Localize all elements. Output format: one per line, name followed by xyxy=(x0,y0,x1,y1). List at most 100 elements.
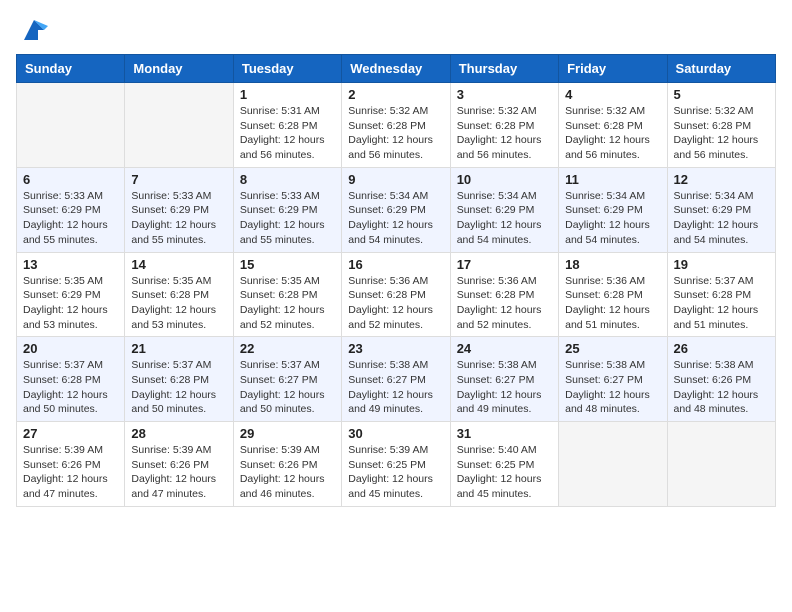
calendar-day-header: Tuesday xyxy=(233,55,341,83)
calendar-week-row: 13 Sunrise: 5:35 AM Sunset: 6:29 PM Dayli… xyxy=(17,252,776,337)
day-info: Sunrise: 5:40 AM Sunset: 6:25 PM Dayligh… xyxy=(457,443,552,502)
calendar-cell: 4 Sunrise: 5:32 AM Sunset: 6:28 PM Daylig… xyxy=(559,83,667,168)
calendar-cell: 18Sunrise: 5:36 AM Sunset: 6:28 PM Dayli… xyxy=(559,252,667,337)
day-info: Sunrise: 5:32 AM Sunset: 6:28 PM Dayligh… xyxy=(674,104,769,163)
calendar-cell: 10 Sunrise: 5:34 AM Sunset: 6:29 PM Dayli… xyxy=(450,167,558,252)
day-info: Sunrise: 5:33 AM Sunset: 6:29 PM Dayligh… xyxy=(240,189,335,248)
calendar-cell: 24 Sunrise: 5:38 AM Sunset: 6:27 PM Dayli… xyxy=(450,337,558,422)
day-info: Sunrise: 5:37 AM Sunset: 6:28 PM Dayligh… xyxy=(131,358,226,417)
logo-icon xyxy=(20,16,48,44)
day-info: Sunrise: 5:31 AM Sunset: 6:28 PM Dayligh… xyxy=(240,104,335,163)
day-info: Sunrise: 5:33 AM Sunset: 6:29 PM Dayligh… xyxy=(131,189,226,248)
logo xyxy=(16,16,48,44)
day-number: 18 xyxy=(565,257,660,272)
day-number: 26 xyxy=(674,341,769,356)
day-number: 19 xyxy=(674,257,769,272)
calendar-cell: 9Sunrise: 5:34 AM Sunset: 6:29 PM Daylig… xyxy=(342,167,450,252)
day-info: Sunrise: 5:39 AM Sunset: 6:26 PM Dayligh… xyxy=(240,443,335,502)
calendar-cell: 26Sunrise: 5:38 AM Sunset: 6:26 PM Dayli… xyxy=(667,337,775,422)
calendar-cell: 25 Sunrise: 5:38 AM Sunset: 6:27 PM Dayli… xyxy=(559,337,667,422)
calendar-cell xyxy=(125,83,233,168)
day-number: 30 xyxy=(348,426,443,441)
day-info: Sunrise: 5:33 AM Sunset: 6:29 PM Dayligh… xyxy=(23,189,118,248)
day-info: Sunrise: 5:37 AM Sunset: 6:28 PM Dayligh… xyxy=(674,274,769,333)
calendar-cell: 28 Sunrise: 5:39 AM Sunset: 6:26 PM Dayli… xyxy=(125,422,233,507)
day-info: Sunrise: 5:39 AM Sunset: 6:26 PM Dayligh… xyxy=(131,443,226,502)
calendar-header-row: SundayMondayTuesdayWednesdayThursdayFrid… xyxy=(17,55,776,83)
day-info: Sunrise: 5:32 AM Sunset: 6:28 PM Dayligh… xyxy=(348,104,443,163)
calendar-cell xyxy=(667,422,775,507)
calendar-cell: 20Sunrise: 5:37 AM Sunset: 6:28 PM Dayli… xyxy=(17,337,125,422)
day-info: Sunrise: 5:37 AM Sunset: 6:27 PM Dayligh… xyxy=(240,358,335,417)
day-info: Sunrise: 5:38 AM Sunset: 6:27 PM Dayligh… xyxy=(565,358,660,417)
calendar-day-header: Sunday xyxy=(17,55,125,83)
day-number: 28 xyxy=(131,426,226,441)
calendar-table: SundayMondayTuesdayWednesdayThursdayFrid… xyxy=(16,54,776,507)
day-info: Sunrise: 5:35 AM Sunset: 6:28 PM Dayligh… xyxy=(131,274,226,333)
calendar-cell: 17Sunrise: 5:36 AM Sunset: 6:28 PM Dayli… xyxy=(450,252,558,337)
day-number: 21 xyxy=(131,341,226,356)
calendar-cell xyxy=(559,422,667,507)
day-info: Sunrise: 5:38 AM Sunset: 6:27 PM Dayligh… xyxy=(457,358,552,417)
calendar-cell: 27 Sunrise: 5:39 AM Sunset: 6:26 PM Dayli… xyxy=(17,422,125,507)
calendar-cell: 5 Sunrise: 5:32 AM Sunset: 6:28 PM Daylig… xyxy=(667,83,775,168)
calendar-cell: 13 Sunrise: 5:35 AM Sunset: 6:29 PM Dayli… xyxy=(17,252,125,337)
calendar-cell: 14 Sunrise: 5:35 AM Sunset: 6:28 PM Dayli… xyxy=(125,252,233,337)
calendar-cell: 16 Sunrise: 5:36 AM Sunset: 6:28 PM Dayli… xyxy=(342,252,450,337)
day-info: Sunrise: 5:39 AM Sunset: 6:26 PM Dayligh… xyxy=(23,443,118,502)
day-info: Sunrise: 5:35 AM Sunset: 6:29 PM Dayligh… xyxy=(23,274,118,333)
day-number: 10 xyxy=(457,172,552,187)
day-info: Sunrise: 5:36 AM Sunset: 6:28 PM Dayligh… xyxy=(348,274,443,333)
day-number: 25 xyxy=(565,341,660,356)
calendar-week-row: 20 Sunrise: 5:37 AM Sunset: 6:28 PM Dayli… xyxy=(17,337,776,422)
day-number: 22 xyxy=(240,341,335,356)
day-number: 12 xyxy=(674,172,769,187)
day-info: Sunrise: 5:34 AM Sunset: 6:29 PM Dayligh… xyxy=(348,189,443,248)
calendar-cell: 8 Sunrise: 5:33 AM Sunset: 6:29 PM Daylig… xyxy=(233,167,341,252)
calendar-day-header: Friday xyxy=(559,55,667,83)
day-number: 16 xyxy=(348,257,443,272)
calendar-cell: 3Sunrise: 5:32 AM Sunset: 6:28 PM Daylig… xyxy=(450,83,558,168)
calendar-day-header: Thursday xyxy=(450,55,558,83)
day-number: 13 xyxy=(23,257,118,272)
day-number: 27 xyxy=(23,426,118,441)
day-number: 8 xyxy=(240,172,335,187)
day-number: 4 xyxy=(565,87,660,102)
calendar-cell: 23Sunrise: 5:38 AM Sunset: 6:27 PM Dayli… xyxy=(342,337,450,422)
day-number: 11 xyxy=(565,172,660,187)
day-number: 1 xyxy=(240,87,335,102)
calendar-cell: 30Sunrise: 5:39 AM Sunset: 6:25 PM Dayli… xyxy=(342,422,450,507)
calendar-day-header: Wednesday xyxy=(342,55,450,83)
day-info: Sunrise: 5:32 AM Sunset: 6:28 PM Dayligh… xyxy=(457,104,552,163)
day-info: Sunrise: 5:34 AM Sunset: 6:29 PM Dayligh… xyxy=(674,189,769,248)
calendar-day-header: Saturday xyxy=(667,55,775,83)
calendar-cell: 7Sunrise: 5:33 AM Sunset: 6:29 PM Daylig… xyxy=(125,167,233,252)
calendar-cell: 31 Sunrise: 5:40 AM Sunset: 6:25 PM Dayli… xyxy=(450,422,558,507)
day-number: 20 xyxy=(23,341,118,356)
day-info: Sunrise: 5:34 AM Sunset: 6:29 PM Dayligh… xyxy=(457,189,552,248)
day-number: 14 xyxy=(131,257,226,272)
day-number: 29 xyxy=(240,426,335,441)
calendar-cell: 29 Sunrise: 5:39 AM Sunset: 6:26 PM Dayli… xyxy=(233,422,341,507)
calendar-day-header: Monday xyxy=(125,55,233,83)
page-header xyxy=(16,16,776,44)
calendar-cell: 21 Sunrise: 5:37 AM Sunset: 6:28 PM Dayli… xyxy=(125,337,233,422)
day-info: Sunrise: 5:35 AM Sunset: 6:28 PM Dayligh… xyxy=(240,274,335,333)
calendar-cell: 6 Sunrise: 5:33 AM Sunset: 6:29 PM Daylig… xyxy=(17,167,125,252)
calendar-cell: 15 Sunrise: 5:35 AM Sunset: 6:28 PM Dayli… xyxy=(233,252,341,337)
day-number: 23 xyxy=(348,341,443,356)
day-number: 24 xyxy=(457,341,552,356)
day-number: 15 xyxy=(240,257,335,272)
calendar-cell: 19 Sunrise: 5:37 AM Sunset: 6:28 PM Dayli… xyxy=(667,252,775,337)
calendar-week-row: 27 Sunrise: 5:39 AM Sunset: 6:26 PM Dayli… xyxy=(17,422,776,507)
calendar-cell: 2 Sunrise: 5:32 AM Sunset: 6:28 PM Daylig… xyxy=(342,83,450,168)
day-number: 31 xyxy=(457,426,552,441)
day-number: 2 xyxy=(348,87,443,102)
day-info: Sunrise: 5:32 AM Sunset: 6:28 PM Dayligh… xyxy=(565,104,660,163)
day-number: 17 xyxy=(457,257,552,272)
calendar-week-row: 1 Sunrise: 5:31 AM Sunset: 6:28 PM Daylig… xyxy=(17,83,776,168)
calendar-cell: 12 Sunrise: 5:34 AM Sunset: 6:29 PM Dayli… xyxy=(667,167,775,252)
day-number: 6 xyxy=(23,172,118,187)
calendar-week-row: 6 Sunrise: 5:33 AM Sunset: 6:29 PM Daylig… xyxy=(17,167,776,252)
day-number: 5 xyxy=(674,87,769,102)
